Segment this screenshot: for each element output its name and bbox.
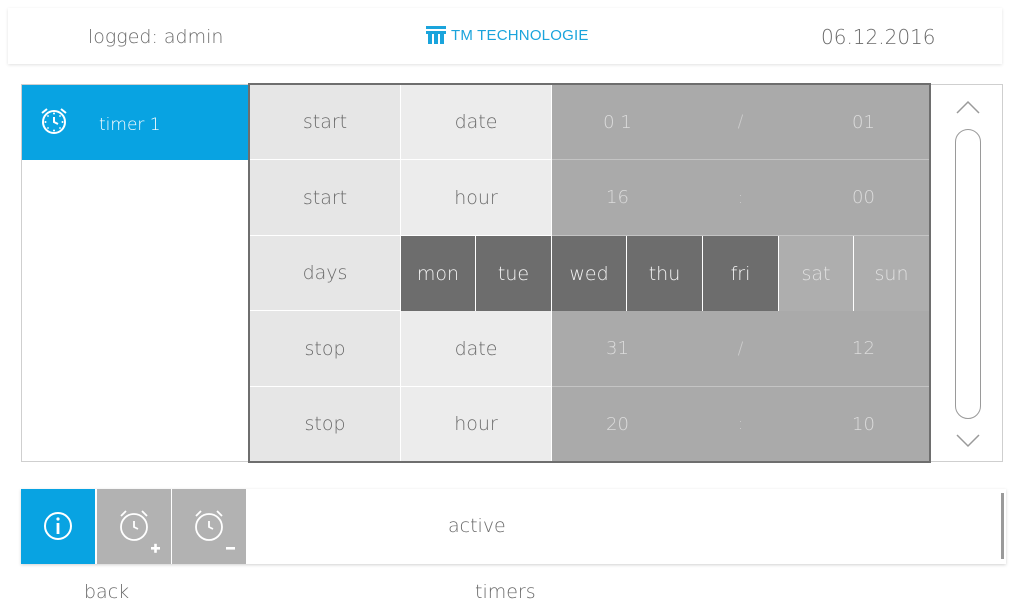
brand-logo: TM TECHNOLOGIE — [426, 26, 589, 44]
info-button[interactable] — [21, 489, 95, 564]
schedule-grid: start date 0 1 / 01 start hour 16 : 00 d… — [248, 83, 931, 463]
row-label-stop-date: stop — [250, 311, 401, 387]
row-sublabel-date: date — [401, 85, 552, 160]
start-day-value[interactable]: 0 1 — [552, 85, 683, 160]
row-sublabel-hour: hour — [401, 160, 552, 236]
info-icon — [44, 512, 72, 540]
row-label-stop-hour: stop — [250, 387, 401, 461]
start-month-value[interactable]: 01 — [798, 85, 929, 160]
current-date: 06.12.2016 — [821, 25, 936, 49]
row-sublabel-date: date — [401, 311, 552, 387]
vertical-scrollbar — [931, 84, 1003, 462]
row-sublabel-hour: hour — [401, 387, 552, 461]
toolbar-edge-divider — [1001, 493, 1004, 559]
stop-minute-value[interactable]: 10 — [798, 387, 929, 461]
timer-list-item-timer-1[interactable]: timer 1 — [22, 85, 249, 160]
logged-user-label: logged: admin — [88, 26, 224, 48]
start-hour-value[interactable]: 16 — [552, 160, 683, 236]
page-title: timers — [475, 581, 536, 603]
row-label-start-date: start — [250, 85, 401, 160]
scroll-track[interactable] — [955, 129, 981, 419]
time-separator: : — [683, 387, 798, 461]
chevron-up-icon[interactable] — [955, 99, 981, 115]
bottom-toolbar: active — [21, 489, 1006, 564]
day-toggle-mon[interactable]: mon — [401, 236, 476, 311]
day-toggle-sat[interactable]: sat — [779, 236, 854, 311]
timer-list-item-label: timer 1 — [99, 115, 161, 135]
start-minute-value[interactable]: 00 — [798, 160, 929, 236]
row-label-start-hour: start — [250, 160, 401, 236]
timer-list: timer 1 — [21, 84, 249, 462]
time-separator: : — [683, 160, 798, 236]
day-toggle-thu[interactable]: thu — [627, 236, 703, 311]
date-separator: / — [683, 311, 798, 387]
day-toggle-sun[interactable]: sun — [854, 236, 929, 311]
chevron-down-icon[interactable] — [955, 433, 981, 449]
row-label-days: days — [250, 236, 401, 311]
back-button[interactable]: back — [84, 581, 129, 603]
header-bar: logged: admin TM TECHNOLOGIE 06.12.2016 — [8, 8, 1002, 64]
stop-hour-value[interactable]: 20 — [552, 387, 683, 461]
stop-month-value[interactable]: 12 — [798, 311, 929, 387]
day-toggle-tue[interactable]: tue — [476, 236, 552, 311]
remove-timer-button[interactable] — [172, 489, 246, 564]
remove-timer-icon — [195, 510, 235, 550]
day-toggle-wed[interactable]: wed — [552, 236, 627, 311]
stop-day-value[interactable]: 31 — [552, 311, 683, 387]
tm-logo-icon — [426, 26, 446, 44]
brand-logo-text: TM TECHNOLOGIE — [451, 26, 589, 44]
date-separator: / — [683, 85, 798, 160]
alarm-clock-icon — [41, 108, 67, 134]
day-toggle-fri[interactable]: fri — [703, 236, 779, 311]
timer-status-label: active — [448, 515, 506, 537]
add-timer-icon — [120, 510, 160, 553]
add-timer-button[interactable] — [97, 489, 171, 564]
